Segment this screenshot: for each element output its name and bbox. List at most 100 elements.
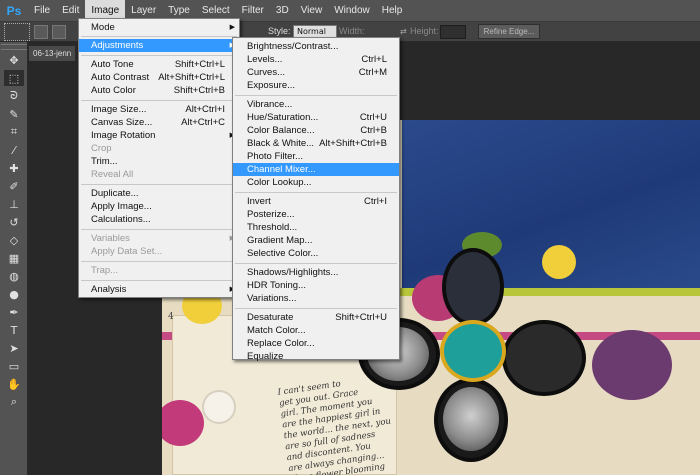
adj-hdr-toning[interactable]: HDR Toning... <box>233 279 399 292</box>
toolbox-grip[interactable] <box>1 44 27 50</box>
menu-item-trap[interactable]: Trap... <box>79 264 239 277</box>
eraser-tool-icon[interactable]: ◇ <box>4 232 24 248</box>
menu-item-mode[interactable]: Mode ▶ <box>79 21 239 34</box>
menu-item-calculations[interactable]: Calculations... <box>79 213 239 226</box>
menu-item-adjustments[interactable]: Adjustments▶ <box>79 39 239 52</box>
menu-separator <box>81 36 237 37</box>
crop-tool-icon[interactable]: ⌗ <box>4 124 24 140</box>
brush-tool-icon[interactable]: ✐ <box>4 178 24 194</box>
photoshop-window: Ps File Edit Image Layer Type Select Fil… <box>0 0 700 475</box>
menu-item-apply-data-set[interactable]: Apply Data Set... <box>79 245 239 258</box>
child-photo-bottom <box>443 387 499 451</box>
menu-item-crop[interactable]: Crop <box>79 142 239 155</box>
shape-tool-icon[interactable]: ▭ <box>4 358 24 374</box>
add-selection-icon[interactable] <box>52 24 66 39</box>
menu-separator <box>81 280 237 281</box>
pen-tool-icon[interactable]: ✒ <box>4 304 24 320</box>
healing-brush-tool-icon[interactable]: ✚ <box>4 160 24 176</box>
style-label: Style: <box>268 26 291 36</box>
purple-flower-right <box>592 330 672 400</box>
adj-vibrance[interactable]: Vibrance... <box>233 98 399 111</box>
adj-curves[interactable]: Curves... Ctrl+M <box>233 66 399 79</box>
menu-item-duplicate[interactable]: Duplicate... <box>79 187 239 200</box>
blur-tool-icon[interactable]: ◍ <box>4 268 24 284</box>
new-selection-icon[interactable] <box>34 24 48 39</box>
clone-stamp-tool-icon[interactable]: ⊥ <box>4 196 24 212</box>
menu-item-trim[interactable]: Trim... <box>79 155 239 168</box>
move-tool-icon[interactable]: ✥ <box>4 52 24 68</box>
menu-separator <box>81 100 237 101</box>
menu-item-analysis[interactable]: Analysis▶ <box>79 283 239 296</box>
menu-item-canvas-size[interactable]: Canvas Size... Alt+Ctrl+C <box>79 116 239 129</box>
menu-separator <box>235 263 397 264</box>
adj-posterize[interactable]: Posterize... <box>233 208 399 221</box>
adj-color-lookup[interactable]: Color Lookup... <box>233 176 399 189</box>
black-lace-frame-right <box>502 320 586 396</box>
gradient-tool-icon[interactable]: ▦ <box>4 250 24 266</box>
adj-threshold[interactable]: Threshold... <box>233 221 399 234</box>
menu-item-image-size[interactable]: Image Size... Alt+Ctrl+I <box>79 103 239 116</box>
menu-window[interactable]: Window <box>328 0 376 22</box>
adj-exposure[interactable]: Exposure... <box>233 79 399 92</box>
adj-levels[interactable]: Levels... Ctrl+L <box>233 53 399 66</box>
menu-item-apply-image[interactable]: Apply Image... <box>79 200 239 213</box>
menu-filter[interactable]: Filter <box>236 0 270 22</box>
eyedropper-tool-icon[interactable]: ⁄ <box>4 142 24 158</box>
menu-separator <box>235 95 397 96</box>
adj-black-white[interactable]: Black & White... Alt+Shift+Ctrl+B <box>233 137 399 150</box>
adj-gradient-map[interactable]: Gradient Map... <box>233 234 399 247</box>
menu-item-auto-tone[interactable]: Auto Tone Shift+Ctrl+L <box>79 58 239 71</box>
menu-separator <box>81 261 237 262</box>
marquee-preset-icon[interactable] <box>4 22 30 41</box>
quick-select-tool-icon[interactable]: ✎ <box>4 106 24 122</box>
adj-match-color[interactable]: Match Color... <box>233 324 399 337</box>
menu-separator <box>81 229 237 230</box>
yellow-flower-top <box>542 245 576 279</box>
height-label: Height: <box>410 26 439 36</box>
adj-equalize[interactable]: Equalize <box>233 350 399 363</box>
toolbox: ✥ ⬚ ᘐ ✎ ⌗ ⁄ ✚ ✐ ⊥ ↺ ◇ ▦ ◍ ● ✒ T ➤ ▭ ✋ ⌕ <box>0 42 28 475</box>
refine-edge-button[interactable]: Refine Edge... <box>478 24 540 39</box>
hand-tool-icon[interactable]: ✋ <box>4 376 24 392</box>
white-flower-left <box>202 390 236 424</box>
history-brush-tool-icon[interactable]: ↺ <box>4 214 24 230</box>
menu-item-image-rotation[interactable]: Image Rotation▶ <box>79 129 239 142</box>
document-tab[interactable]: 06-13-jenn <box>28 45 76 61</box>
lasso-tool-icon[interactable]: ᘐ <box>4 88 24 104</box>
adjustments-submenu: Brightness/Contrast... Levels... Ctrl+L C… <box>232 37 400 363</box>
menu-item-variables[interactable]: Variables▶ <box>79 232 239 245</box>
journal-handwriting: I can't seem to get you out. Grace girl.… <box>277 379 392 475</box>
menu-view[interactable]: View <box>295 0 329 22</box>
adj-hue-saturation[interactable]: Hue/Saturation... Ctrl+U <box>233 111 399 124</box>
width-label: Width: <box>339 26 365 36</box>
adj-channel-mixer[interactable]: Channel Mixer... <box>233 163 399 176</box>
type-tool-icon[interactable]: T <box>4 322 24 338</box>
adj-color-balance[interactable]: Color Balance... Ctrl+B <box>233 124 399 137</box>
photoshop-logo: Ps <box>6 3 22 18</box>
menu-help[interactable]: Help <box>376 0 409 22</box>
adj-shadows-highlights[interactable]: Shadows/Highlights... <box>233 266 399 279</box>
adj-desaturate[interactable]: Desaturate Shift+Ctrl+U <box>233 311 399 324</box>
adj-selective-color[interactable]: Selective Color... <box>233 247 399 260</box>
menu-item-auto-color[interactable]: Auto Color Shift+Ctrl+B <box>79 84 239 97</box>
adj-replace-color[interactable]: Replace Color... <box>233 337 399 350</box>
menu-item-auto-contrast[interactable]: Auto Contrast Alt+Shift+Ctrl+L <box>79 71 239 84</box>
teal-flower-center <box>440 320 506 382</box>
adj-photo-filter[interactable]: Photo Filter... <box>233 150 399 163</box>
adj-invert[interactable]: Invert Ctrl+I <box>233 195 399 208</box>
path-select-tool-icon[interactable]: ➤ <box>4 340 24 356</box>
menu-separator <box>235 192 397 193</box>
menu-separator <box>81 184 237 185</box>
swap-icon[interactable]: ⇄ <box>400 27 408 36</box>
menu-item-reveal-all[interactable]: Reveal All <box>79 168 239 181</box>
dodge-tool-icon[interactable]: ● <box>4 286 24 302</box>
menu-separator <box>235 308 397 309</box>
zoom-tool-icon[interactable]: ⌕ <box>4 394 24 410</box>
adj-brightness-contrast[interactable]: Brightness/Contrast... <box>233 40 399 53</box>
image-menu-dropdown: Mode▶ Adjustments▶ Auto ToneShift+Ctrl+L… <box>78 18 240 298</box>
marquee-tool-icon[interactable]: ⬚ <box>4 70 24 86</box>
menu-3d[interactable]: 3D <box>270 0 295 22</box>
menu-file[interactable]: File <box>28 0 56 22</box>
adj-variations[interactable]: Variations... <box>233 292 399 305</box>
height-input[interactable] <box>440 25 466 39</box>
